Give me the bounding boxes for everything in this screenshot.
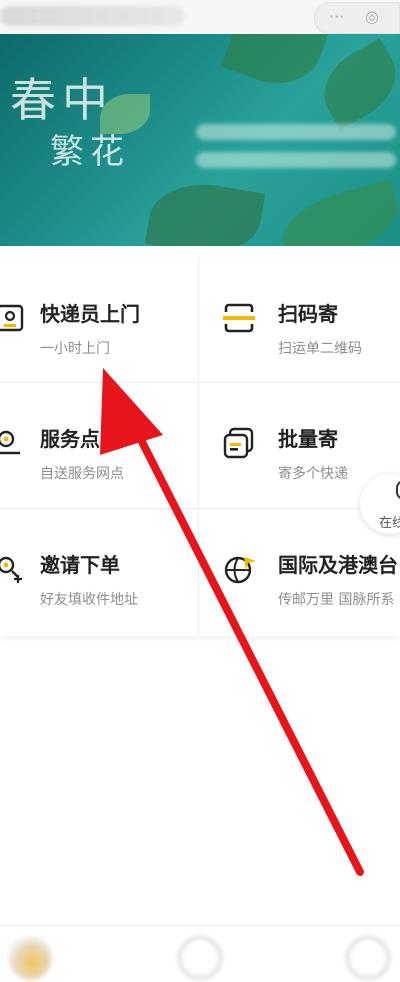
- invite-icon: [0, 556, 22, 583]
- batch-icon: [223, 427, 254, 459]
- divider: [198, 258, 199, 636]
- calligraphy-line2: 繁花: [50, 132, 130, 172]
- service-grid: 快递员上门 一小时上门 扫码寄 扫运单二维码 服务点自 自送服务网点 批量寄 寄…: [0, 258, 400, 636]
- tab-home-icon[interactable]: [8, 936, 52, 980]
- headset-icon: [396, 480, 400, 500]
- scan-icon: [223, 303, 255, 333]
- top-bar: ··· ◎: [0, 0, 400, 34]
- service-title: 批量寄: [278, 427, 338, 451]
- banner-calligraphy: 春中 繁花: [10, 74, 180, 224]
- service-scan-send[interactable]: 扫码寄 扫运单二维码: [200, 258, 398, 382]
- service-title: 国际及港澳台: [278, 553, 398, 577]
- more-icon[interactable]: ···: [329, 7, 344, 26]
- service-subtitle: 传邮万里 国脉所系: [278, 592, 395, 608]
- capsule-menu[interactable]: ··· ◎: [314, 2, 400, 34]
- online-service-label: 在线: [379, 516, 400, 531]
- service-title: 扫码寄: [278, 302, 338, 326]
- service-self-dropoff[interactable]: 服务点自 自送服务网点: [0, 383, 198, 507]
- calligraphy-line1: 春中: [10, 73, 114, 127]
- service-international[interactable]: 国际及港澳台 传邮万里 国脉所系: [200, 509, 398, 633]
- promo-banner[interactable]: 春中 繁花: [0, 34, 400, 246]
- service-title: 快递员上门: [40, 302, 140, 326]
- service-title: 服务点自: [40, 427, 120, 451]
- leaf-decoration: [220, 34, 330, 98]
- service-title: 邀请下单: [40, 553, 120, 577]
- service-courier-pickup[interactable]: 快递员上门 一小时上门: [0, 258, 198, 382]
- service-subtitle: 好友填收件地址: [40, 592, 138, 608]
- close-icon[interactable]: ◎: [365, 7, 379, 26]
- service-subtitle: 自送服务网点: [40, 466, 124, 482]
- courier-icon: [0, 304, 24, 332]
- service-subtitle: 一小时上门: [40, 341, 110, 357]
- tab-profile-icon[interactable]: [346, 936, 390, 980]
- location-icon: [0, 430, 20, 455]
- blurred-title: [0, 6, 184, 26]
- leaf-decoration: [274, 179, 400, 246]
- blurred-banner-text: [196, 124, 396, 140]
- service-subtitle: 寄多个快递: [278, 466, 348, 482]
- service-invite-order[interactable]: 邀请下单 好友填收件地址: [0, 509, 198, 633]
- tab-order-icon[interactable]: [178, 936, 222, 980]
- bottom-tab-bar: [0, 925, 400, 982]
- globe-plane-icon: [224, 556, 256, 584]
- leaf-decoration: [310, 38, 400, 130]
- service-subtitle: 扫运单二维码: [278, 341, 362, 357]
- blurred-banner-text: [196, 152, 396, 168]
